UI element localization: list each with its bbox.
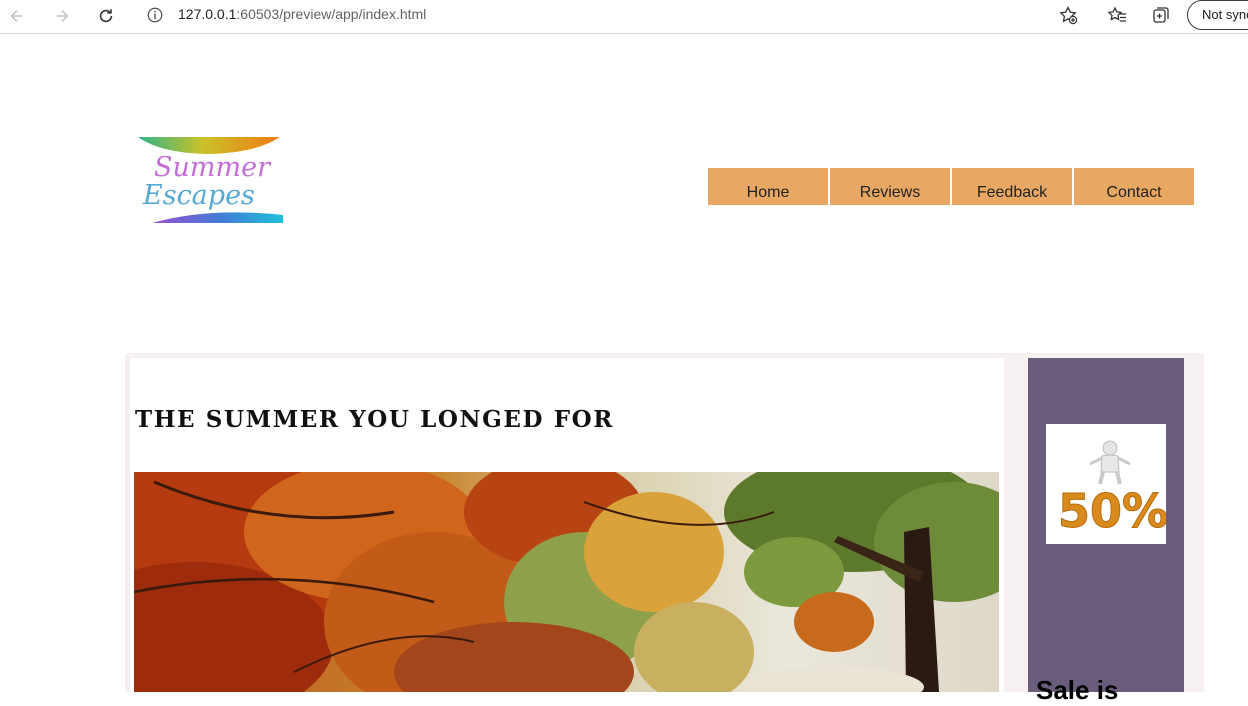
sale-heading: Sale is (1036, 675, 1119, 705)
hero-image (134, 472, 999, 692)
info-icon[interactable] (146, 6, 164, 24)
reload-icon (99, 9, 113, 23)
nav-reviews[interactable]: Reviews (830, 168, 950, 205)
reload-button[interactable] (93, 4, 119, 28)
browser-toolbar: 127.0.0.1:60503/preview/app/index.html N… (0, 0, 1248, 34)
profile-label: Not sync (1202, 7, 1248, 22)
add-favorite-icon[interactable] (1058, 5, 1078, 25)
url-host: 127.0.0.1 (178, 6, 237, 22)
page-headline: THE SUMMER YOU LONGED FOR (135, 406, 614, 433)
url-path: :60503/preview/app/index.html (236, 6, 427, 22)
favorites-icon[interactable] (1107, 5, 1127, 25)
summer-escapes-logo[interactable]: Summer Escapes (138, 135, 284, 225)
forward-arrow-icon (56, 10, 69, 22)
logo-line-2: Escapes (142, 180, 255, 211)
nav-home[interactable]: Home (708, 168, 828, 205)
promo-percent: 50% (1058, 484, 1166, 538)
back-arrow-icon (10, 10, 23, 22)
logo-line-1: Summer (154, 152, 272, 183)
profile-button[interactable]: Not sync (1187, 0, 1248, 30)
collections-icon[interactable] (1151, 5, 1171, 25)
address-bar[interactable]: 127.0.0.1:60503/preview/app/index.html (136, 2, 1088, 28)
nav-contact[interactable]: Contact (1074, 168, 1194, 205)
forward-button[interactable] (49, 4, 75, 28)
nav-feedback[interactable]: Feedback (952, 168, 1072, 205)
discount-promo-image[interactable]: 50% (1046, 424, 1166, 544)
back-button[interactable] (4, 4, 30, 28)
url-text[interactable]: 127.0.0.1:60503/preview/app/index.html (178, 6, 426, 22)
